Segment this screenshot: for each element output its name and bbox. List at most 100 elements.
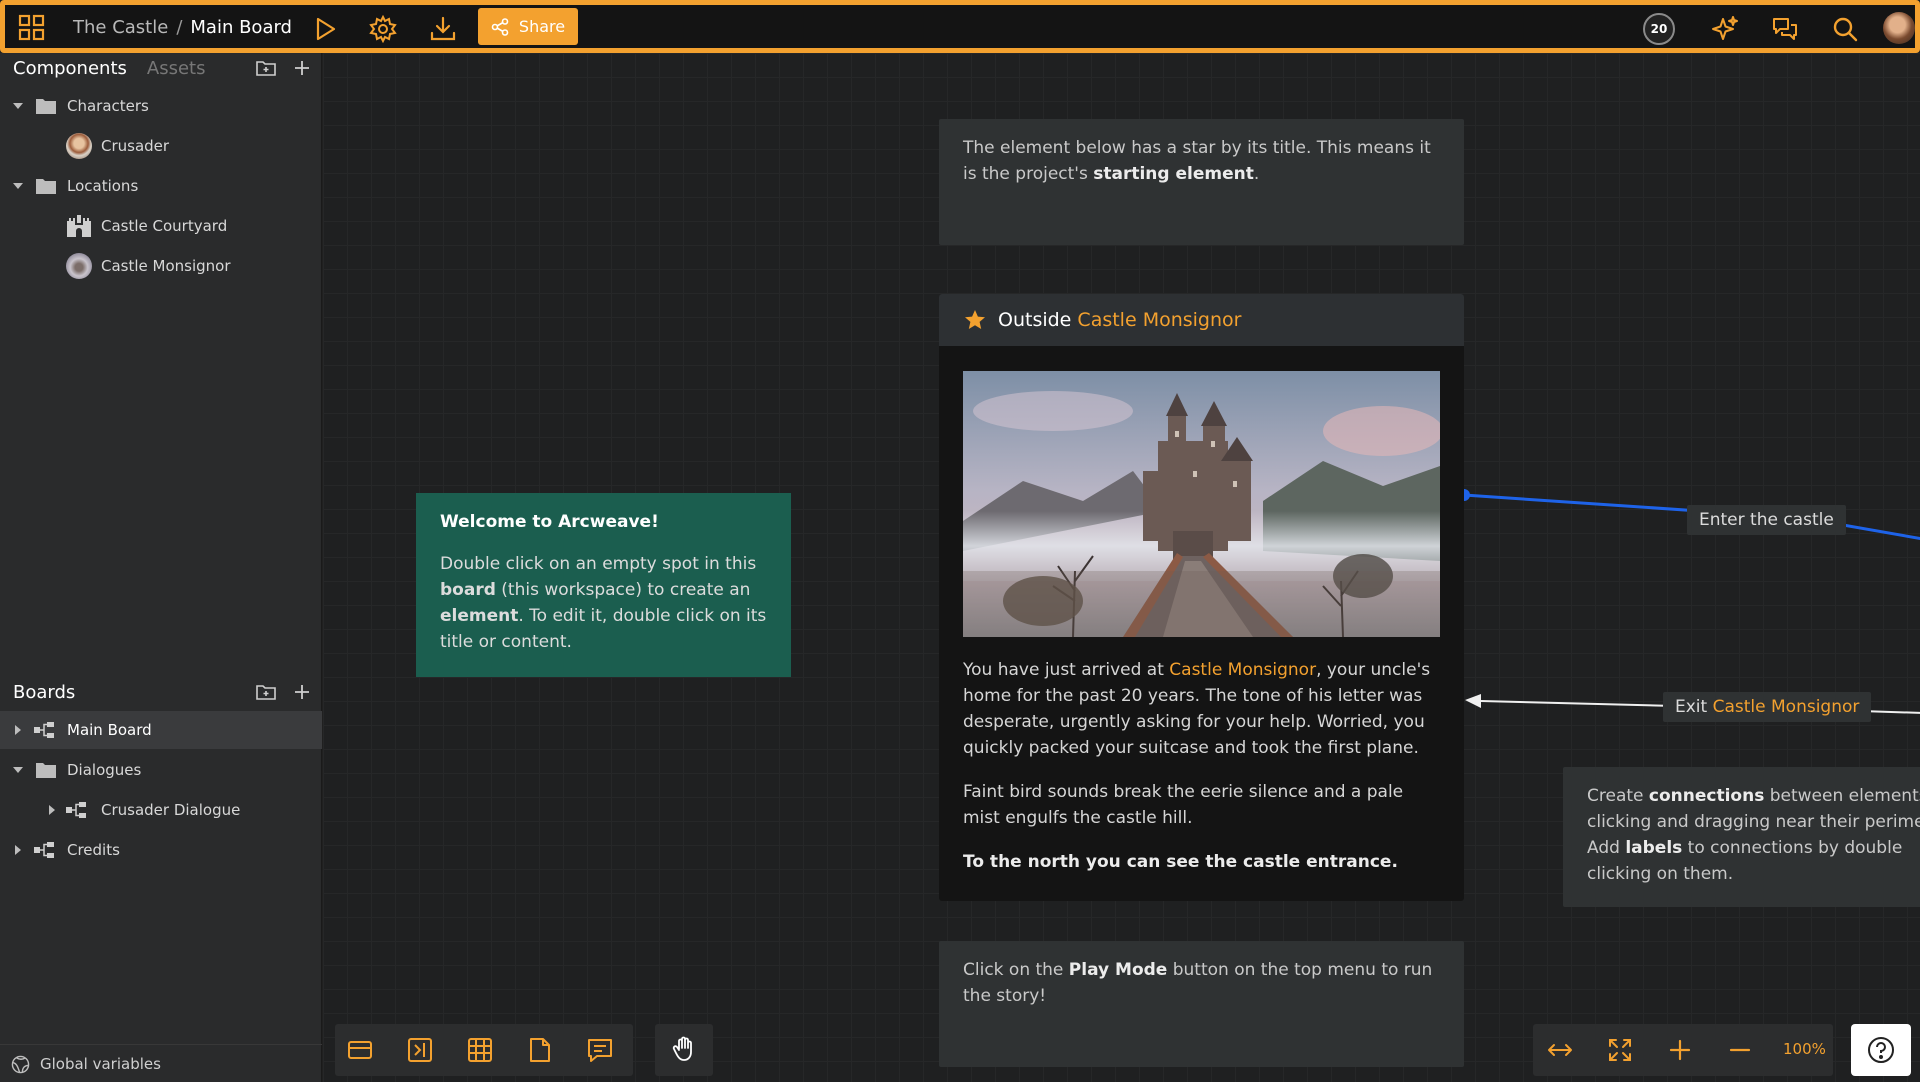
note-bold: Play Mode	[1068, 960, 1168, 980]
hand-tool-icon[interactable]	[671, 1036, 697, 1062]
note-bold: labels	[1625, 838, 1683, 858]
note-text: to connections by double	[1682, 838, 1903, 858]
caret-right-icon[interactable]	[13, 725, 23, 735]
apps-grid-icon[interactable]	[18, 14, 46, 42]
crusader-avatar	[66, 133, 92, 159]
comment-tool-icon[interactable]	[587, 1037, 613, 1063]
castle-monsignor-thumbnail	[66, 253, 92, 279]
note-play-mode[interactable]: Click on the Play Mode button on the top…	[939, 941, 1464, 1067]
top-bar: The Castle / Main Board Share 20	[0, 0, 1920, 53]
creation-toolbar	[335, 1024, 633, 1076]
element-paragraph: Faint bird sounds break the eerie silenc…	[963, 782, 1404, 828]
add-icon[interactable]	[291, 681, 313, 703]
welcome-bold: board	[440, 580, 496, 600]
share-button[interactable]: Share	[478, 8, 578, 45]
element-mention-link[interactable]: Castle Monsignor	[1169, 660, 1316, 680]
note-connections[interactable]: Create connections between elements b cl…	[1563, 767, 1920, 907]
boards-header: Boards	[0, 677, 322, 707]
globe-icon	[11, 1055, 30, 1074]
welcome-title: Welcome to Arcweave!	[440, 512, 659, 532]
caret-down-icon[interactable]	[13, 765, 23, 775]
new-folder-icon[interactable]	[255, 57, 277, 79]
fit-width-icon[interactable]	[1547, 1037, 1573, 1063]
castle-icon	[67, 215, 91, 237]
tree-label: Credits	[67, 841, 120, 859]
fullscreen-icon[interactable]	[1607, 1037, 1633, 1063]
tree-label: Castle Courtyard	[101, 217, 228, 235]
breadcrumb-project[interactable]: The Castle	[73, 17, 168, 38]
zoom-out-icon[interactable]	[1727, 1037, 1753, 1063]
add-icon[interactable]	[291, 57, 313, 79]
connection-label-link[interactable]: Castle Monsignor	[1713, 697, 1860, 717]
tree-label: Characters	[67, 97, 149, 115]
board-icon	[34, 722, 54, 738]
element-title-prefix: Outside	[998, 309, 1078, 331]
tab-assets[interactable]: Assets	[147, 58, 206, 79]
connection-label-exit[interactable]: Exit Castle Monsignor	[1663, 692, 1872, 722]
board-folder-dialogues[interactable]: Dialogues	[0, 751, 322, 789]
sparkle-icon[interactable]	[1711, 15, 1739, 43]
board-credits[interactable]: Credits	[0, 831, 322, 869]
settings-icon[interactable]	[369, 15, 397, 43]
connection-label-enter[interactable]: Enter the castle	[1687, 505, 1846, 535]
user-avatar[interactable]	[1883, 12, 1915, 44]
tree-folder-characters[interactable]: Characters	[0, 87, 322, 125]
element-title-bar[interactable]: Outside Castle Monsignor	[939, 294, 1464, 346]
share-icon	[491, 17, 509, 36]
tree-item-castle-courtyard[interactable]: Castle Courtyard	[0, 207, 322, 245]
global-variables-button[interactable]: Global variables	[0, 1044, 322, 1082]
caret-right-icon[interactable]	[47, 805, 57, 815]
caret-right-icon[interactable]	[13, 845, 23, 855]
element-outside-castle[interactable]: Outside Castle Monsignor You have just a…	[939, 294, 1464, 901]
search-icon[interactable]	[1831, 15, 1859, 43]
board-crusader-dialogue[interactable]: Crusader Dialogue	[0, 791, 322, 829]
tree-folder-locations[interactable]: Locations	[0, 167, 322, 205]
board-canvas[interactable]: The element below has a star by its titl…	[323, 53, 1920, 1082]
play-icon[interactable]	[311, 15, 339, 43]
zoom-level[interactable]: 100%	[1783, 1040, 1826, 1058]
element-paragraph-bold: To the north you can see the castle entr…	[963, 852, 1398, 872]
board-icon	[66, 802, 86, 818]
note-bold: connections	[1648, 786, 1765, 806]
breadcrumb-board[interactable]: Main Board	[190, 17, 292, 38]
connection-exit-arrowhead	[1465, 694, 1481, 708]
castle-image	[963, 371, 1440, 637]
jumper-tool-icon[interactable]	[407, 1037, 433, 1063]
note-welcome[interactable]: Welcome to Arcweave! Double click on an …	[416, 493, 791, 677]
comments-icon[interactable]	[1771, 15, 1799, 43]
breadcrumb: The Castle / Main Board	[73, 17, 292, 38]
table-tool-icon[interactable]	[467, 1037, 493, 1063]
tree-label: Crusader	[101, 137, 170, 155]
tree-label: Locations	[67, 177, 139, 195]
element-tool-icon[interactable]	[347, 1037, 373, 1063]
download-icon[interactable]	[429, 15, 457, 43]
help-icon	[1868, 1037, 1894, 1063]
credits-badge[interactable]: 20	[1643, 13, 1675, 45]
tab-components[interactable]: Components	[13, 58, 127, 79]
note-line: Add labels to connections by double	[1587, 835, 1920, 861]
hand-tool-group	[655, 1024, 713, 1076]
share-label: Share	[518, 17, 566, 36]
folder-icon	[36, 179, 56, 194]
board-main[interactable]: Main Board	[0, 711, 322, 749]
note-line: Create connections between elements b	[1587, 783, 1920, 809]
element-paragraph: You have just arrived at Castle Monsigno…	[963, 657, 1443, 761]
components-header: Components Assets	[0, 53, 322, 83]
folder-icon	[36, 99, 56, 114]
note-starting-element[interactable]: The element below has a star by its titl…	[939, 119, 1464, 245]
note-tool-icon[interactable]	[527, 1037, 553, 1063]
connection-label-text: Exit	[1675, 697, 1713, 717]
tree-label: Main Board	[67, 721, 152, 739]
note-text: between elements b	[1769, 786, 1920, 806]
new-folder-icon[interactable]	[255, 681, 277, 703]
element-content[interactable]: You have just arrived at Castle Monsigno…	[963, 657, 1443, 893]
welcome-bold: element	[440, 606, 519, 626]
global-variables-label: Global variables	[40, 1054, 161, 1073]
help-button[interactable]	[1851, 1024, 1911, 1076]
element-title-link[interactable]: Castle Monsignor	[1077, 309, 1241, 331]
caret-down-icon[interactable]	[13, 181, 23, 191]
tree-item-crusader[interactable]: Crusader	[0, 127, 322, 165]
zoom-in-icon[interactable]	[1667, 1037, 1693, 1063]
tree-item-castle-monsignor[interactable]: Castle Monsignor	[0, 247, 322, 285]
caret-down-icon[interactable]	[13, 101, 23, 111]
